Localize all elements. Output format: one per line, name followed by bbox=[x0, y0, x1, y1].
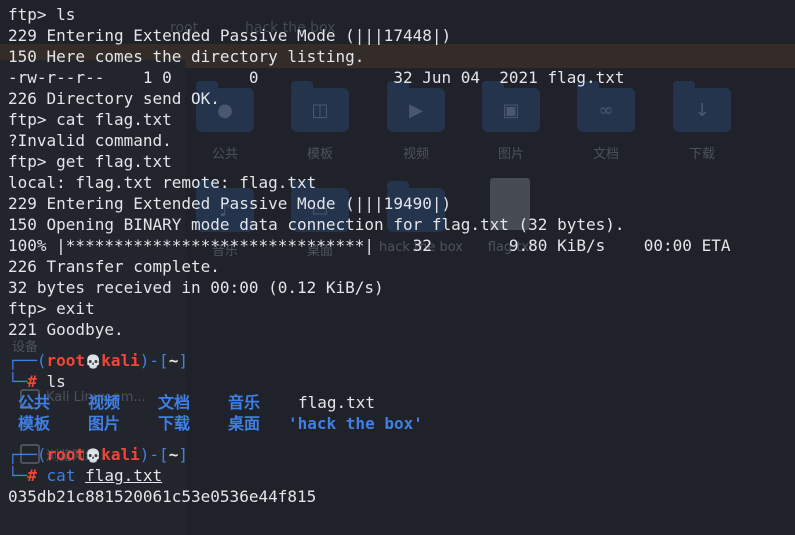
ftp-line: ftp> cat flag.txt bbox=[8, 110, 172, 129]
ls-entry: flag.txt bbox=[298, 393, 376, 412]
ls-output-row: 模板 图片 下载 桌面 'hack the box' bbox=[8, 413, 795, 434]
prompt-dir: ~ bbox=[168, 445, 179, 464]
ftp-line: ftp> ls bbox=[8, 5, 76, 24]
ls-entry: 视频 bbox=[88, 393, 121, 412]
ftp-line: 221 Goodbye. bbox=[8, 320, 124, 339]
flag-output: 035db21c881520061c53e0536e44f815 bbox=[8, 487, 317, 506]
ftp-line: 226 Directory send OK. bbox=[8, 89, 220, 108]
command-ls: ls bbox=[46, 372, 66, 391]
command-arg-file: flag.txt bbox=[85, 466, 163, 485]
prompt-host: kali bbox=[101, 351, 140, 370]
command-cat: cat bbox=[46, 466, 76, 485]
ls-output-row: 公共 视频 文档 音乐 flag.txt bbox=[8, 392, 795, 413]
ls-entry: 文档 bbox=[158, 393, 191, 412]
shell-prompt-header: ┌──(root💀kali)-[~] bbox=[8, 351, 188, 370]
ftp-line: ftp> exit bbox=[8, 299, 95, 318]
skull-icon: 💀 bbox=[85, 449, 102, 464]
ftp-line: ?Invalid command. bbox=[8, 131, 172, 150]
ftp-line: 226 Transfer complete. bbox=[8, 257, 220, 276]
prompt-hash: # bbox=[27, 372, 37, 391]
ftp-line: ftp> get flag.txt bbox=[8, 152, 172, 171]
ftp-line: 150 Here comes the directory listing. bbox=[8, 47, 365, 66]
prompt-dir: ~ bbox=[168, 351, 179, 370]
ls-entry: 'hack the box' bbox=[288, 414, 423, 433]
ftp-line: 32 bytes received in 00:00 (0.12 KiB/s) bbox=[8, 278, 384, 297]
prompt-user: root bbox=[46, 351, 86, 370]
shell-prompt-header: ┌──(root💀kali)-[~] bbox=[8, 445, 188, 464]
ftp-line: 229 Entering Extended Passive Mode (|||1… bbox=[8, 26, 452, 45]
prompt-hash: # bbox=[27, 466, 37, 485]
ls-entry: 桌面 bbox=[228, 414, 261, 433]
ls-entry: 音乐 bbox=[228, 393, 261, 412]
ls-entry: 下载 bbox=[158, 414, 191, 433]
skull-icon: 💀 bbox=[85, 355, 102, 370]
ls-entry: 模板 bbox=[18, 414, 51, 433]
ftp-line: 150 Opening BINARY mode data connection … bbox=[8, 215, 625, 234]
ftp-line: 229 Entering Extended Passive Mode (|||1… bbox=[8, 194, 452, 213]
ls-entry: 公共 bbox=[18, 393, 51, 412]
prompt-user: root bbox=[46, 445, 86, 464]
ftp-line: -rw-r--r-- 1 0 0 32 Jun 04 2021 flag.txt bbox=[8, 68, 625, 87]
ftp-line: local: flag.txt remote: flag.txt bbox=[8, 173, 317, 192]
terminal-output[interactable]: ftp> ls 229 Entering Extended Passive Mo… bbox=[8, 4, 795, 507]
ftp-progress-line: 100% |*******************************| 3… bbox=[8, 236, 731, 255]
shell-command-line: └─# ls bbox=[8, 372, 66, 391]
prompt-host: kali bbox=[101, 445, 140, 464]
ls-entry: 图片 bbox=[88, 414, 121, 433]
shell-command-line: └─# cat flag.txt bbox=[8, 466, 163, 485]
